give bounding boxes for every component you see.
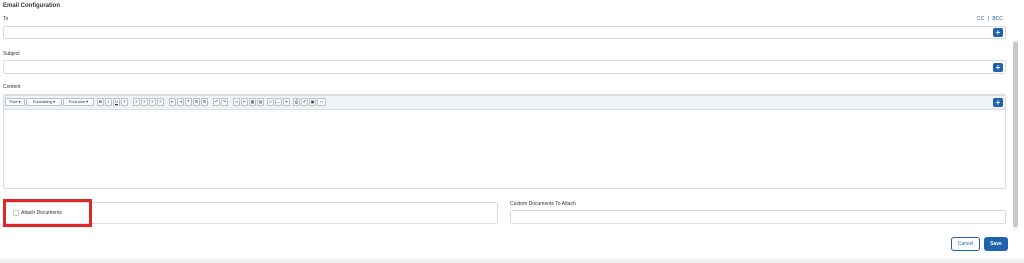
font-size-dropdown[interactable]: Font size ▾ [63, 98, 94, 106]
custom-documents-label: Custom Documents To Attach [510, 201, 576, 207]
editor-toolbar: Font ▾ Formatting ▾ Font size ▾ B I U T … [4, 95, 1005, 110]
redo-icon[interactable]: ↷ [221, 98, 228, 106]
cc-bcc-links: CC | BCC [977, 16, 1003, 22]
cc-bcc-separator: | [987, 16, 989, 22]
bullet-list-icon[interactable]: ☰ [193, 98, 200, 106]
scrollbar-thumb[interactable] [1013, 42, 1018, 227]
attach-documents-checkbox[interactable] [13, 210, 19, 216]
special-char-icon[interactable]: ✶ [283, 98, 290, 106]
page-footer-edge [0, 259, 1024, 263]
align-right-icon[interactable]: ≡ [149, 98, 156, 106]
content-label: Content [3, 84, 21, 90]
numbered-list-icon[interactable]: ☰ [201, 98, 208, 106]
horizontal-rule-icon[interactable]: — [275, 98, 282, 106]
undo-icon[interactable]: ↶ [213, 98, 220, 106]
scrollbar-track[interactable] [1013, 40, 1018, 230]
subject-label: Subject [3, 51, 20, 57]
add-content-field-button[interactable]: + [993, 98, 1003, 107]
strikethrough-button[interactable]: T [121, 98, 128, 106]
formatting-dropdown[interactable]: Formatting ▾ [26, 98, 62, 106]
bcc-link[interactable]: BCC [992, 16, 1003, 22]
font-dropdown[interactable]: Font ▾ [5, 98, 25, 106]
section-title: Email Configuration [3, 3, 60, 9]
underline-button[interactable]: U [113, 98, 120, 106]
attach-documents-label: Attach Documents [21, 210, 62, 216]
add-recipient-button[interactable]: + [993, 28, 1003, 37]
table-icon[interactable]: ▤ [257, 98, 264, 106]
cancel-button[interactable]: Cancel [951, 237, 980, 251]
fullscreen-icon[interactable]: ▣ [309, 98, 316, 106]
add-subject-field-button[interactable]: + [993, 63, 1003, 72]
remove-format-icon[interactable]: ✐ [301, 98, 308, 106]
cc-link[interactable]: CC [977, 16, 984, 22]
print-icon[interactable]: ⎙ [293, 98, 300, 106]
source-code-icon[interactable]: ‹› [317, 98, 326, 106]
align-justify-icon[interactable]: ≡ [157, 98, 164, 106]
unlink-icon[interactable]: ✂ [241, 98, 248, 106]
italic-button[interactable]: I [105, 98, 112, 106]
align-center-icon[interactable]: ≡ [141, 98, 148, 106]
align-left-icon[interactable]: ≡ [133, 98, 140, 106]
emoji-icon[interactable]: ☺ [267, 98, 274, 106]
image-icon[interactable]: ▦ [249, 98, 256, 106]
blockquote-icon[interactable]: ❝ [185, 98, 192, 106]
to-input[interactable] [3, 26, 1006, 39]
custom-documents-input[interactable] [510, 210, 1006, 224]
to-label: To [3, 16, 9, 22]
save-button[interactable]: Save [984, 237, 1008, 251]
outdent-icon[interactable]: ⇤ [169, 98, 176, 106]
bold-button[interactable]: B [97, 98, 104, 106]
subject-input[interactable] [3, 60, 1006, 74]
content-editor[interactable]: Font ▾ Formatting ▾ Font size ▾ B I U T … [3, 94, 1006, 189]
indent-icon[interactable]: ⇥ [177, 98, 184, 106]
link-icon[interactable]: ∞ [233, 98, 240, 106]
